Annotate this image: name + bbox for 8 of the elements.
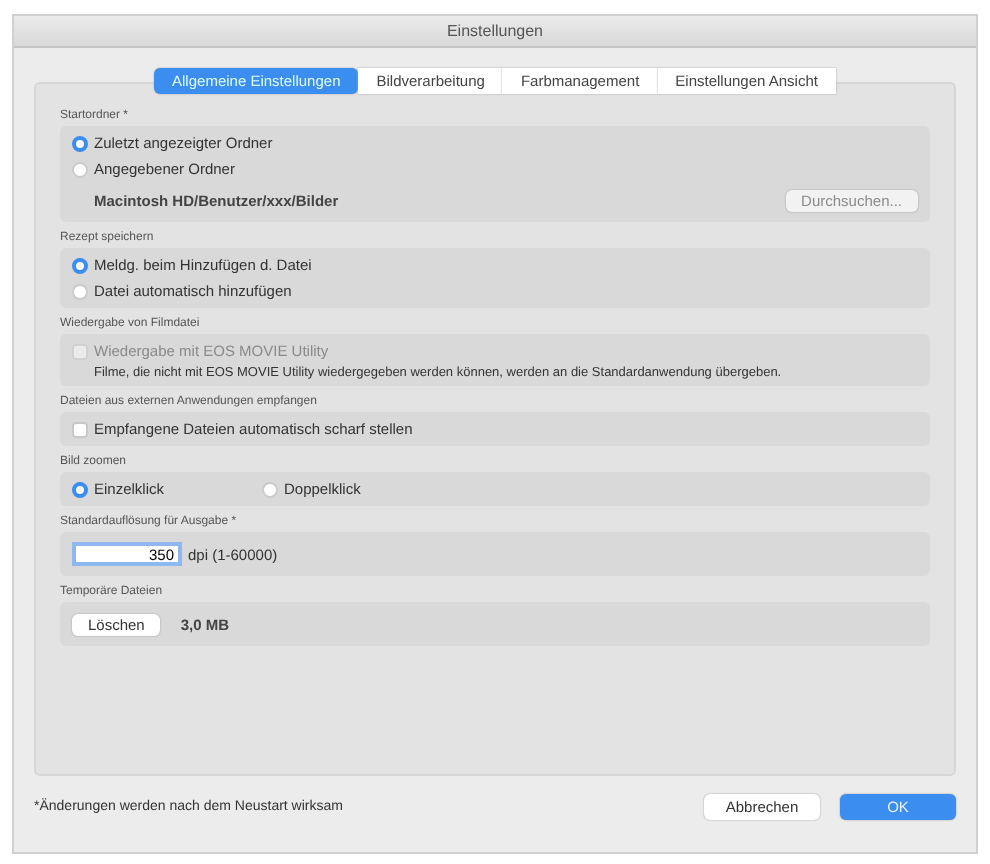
radio-button[interactable] (72, 283, 88, 299)
radio-button[interactable] (72, 135, 88, 151)
checkbox[interactable] (72, 421, 88, 437)
radio-button[interactable] (72, 161, 88, 177)
radio-button[interactable] (72, 481, 88, 497)
radio-button[interactable] (262, 481, 278, 497)
radio-button[interactable] (72, 257, 88, 273)
window-title: Einstellungen (14, 16, 976, 48)
